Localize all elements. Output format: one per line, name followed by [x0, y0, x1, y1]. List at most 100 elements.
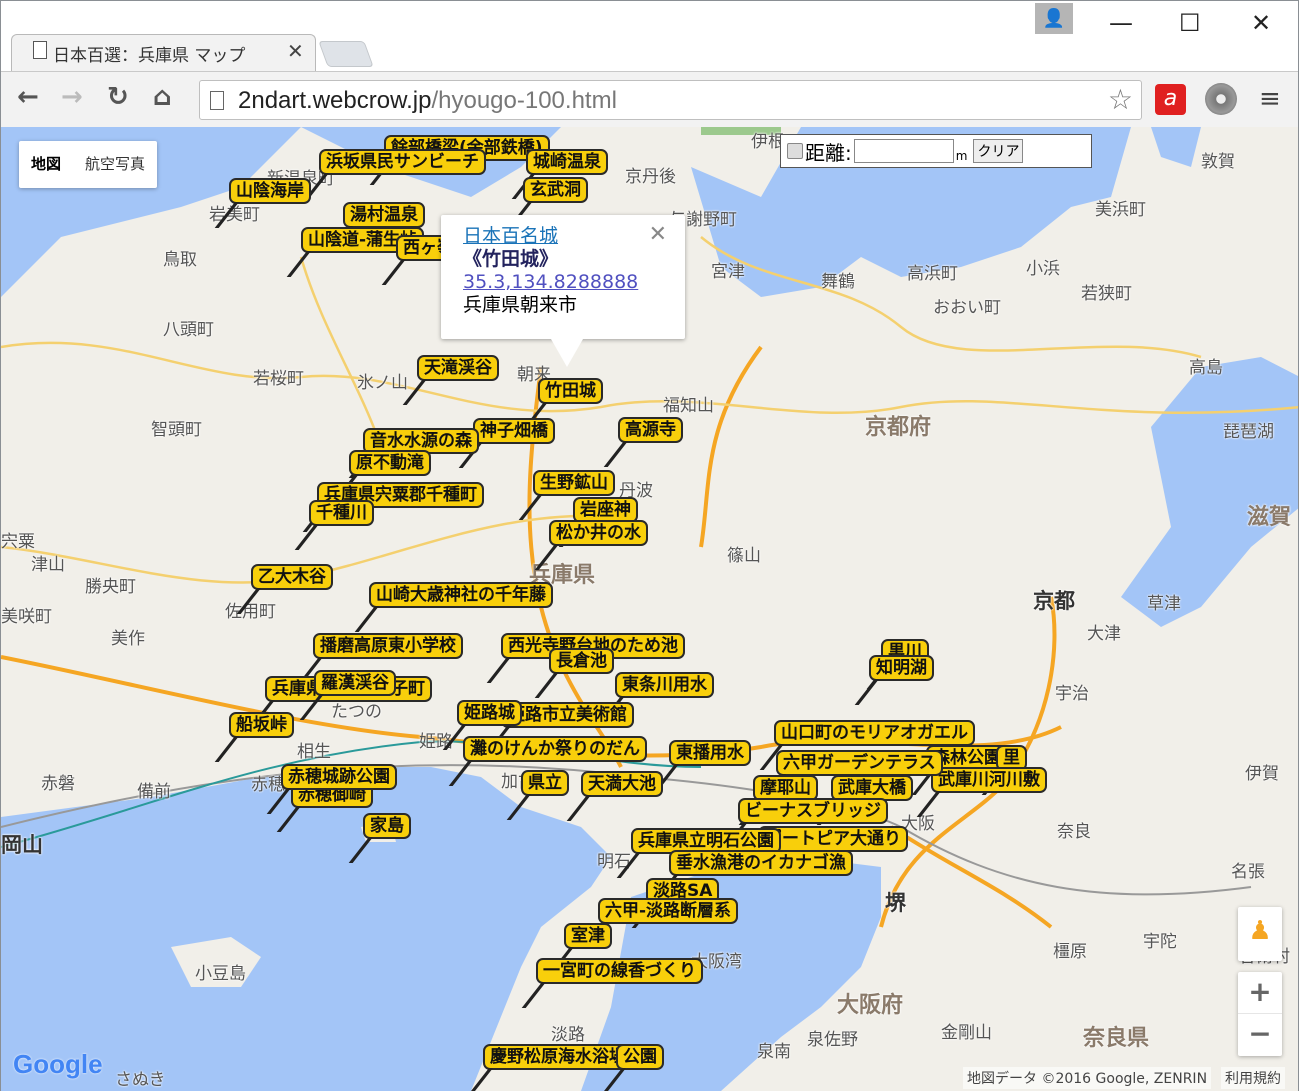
- map-marker[interactable]: 武庫川河川敷: [931, 767, 1047, 793]
- map-marker[interactable]: 竹田城: [538, 378, 603, 404]
- url-text[interactable]: 2ndart.webcrow.jp/hyougo-100.html: [238, 87, 617, 115]
- film-reel-extension-icon[interactable]: [1205, 83, 1237, 115]
- place-label: 若狭町: [1081, 284, 1132, 304]
- reload-icon[interactable]: ↻: [107, 82, 129, 112]
- map-marker[interactable]: 赤穂城跡公園: [281, 764, 397, 790]
- map-marker[interactable]: 天満大池: [581, 771, 663, 797]
- map-canvas[interactable]: 鳥取岩美町新温泉町八頭町若桜町智頭町氷ノ山朝来福知山京丹後与謝野町宮津舞鶴高浜町…: [0, 127, 1299, 1091]
- place-label: 津山: [31, 555, 65, 575]
- map-marker[interactable]: 原不動滝: [349, 450, 431, 476]
- place-label: 勝央町: [85, 577, 136, 597]
- map-marker[interactable]: 千種川: [309, 500, 374, 526]
- map-marker[interactable]: ビーナスブリッジ: [738, 798, 888, 824]
- map-marker[interactable]: 玄武洞: [523, 177, 588, 203]
- google-logo[interactable]: Google: [13, 1049, 103, 1080]
- distance-checkbox[interactable]: [787, 143, 803, 159]
- page-icon: [210, 91, 224, 110]
- place-label: 宇治: [1055, 684, 1089, 704]
- map-type-map-button[interactable]: 地図: [19, 141, 73, 188]
- place-label: 奈良県: [1083, 1026, 1150, 1051]
- map-marker[interactable]: 六甲-淡路断層系: [598, 898, 739, 924]
- place-label: 奈良: [1057, 822, 1091, 842]
- address-bar[interactable]: 2ndart.webcrow.jp/hyougo-100.html ☆: [199, 80, 1142, 120]
- zoom-in-button[interactable]: +: [1238, 972, 1282, 1014]
- map-marker[interactable]: 山口町のモリアオガエル: [774, 720, 975, 746]
- map-marker[interactable]: 湯村温泉: [343, 202, 425, 228]
- place-label: 淡路: [551, 1025, 585, 1045]
- distance-input[interactable]: [853, 139, 954, 163]
- back-icon[interactable]: ←: [17, 82, 39, 112]
- map-marker[interactable]: 神子畑橋: [473, 418, 555, 444]
- map-marker[interactable]: 船坂峠: [229, 712, 294, 738]
- map-marker[interactable]: 乙大木谷: [251, 564, 333, 590]
- browser-chrome: 日本百選：兵庫県 マップ ✕ 👤 — ☐ ✕ ← → ↻ ⌂ 2ndart.we…: [0, 0, 1299, 128]
- map-marker[interactable]: 灘のけんか祭りのだん: [463, 736, 647, 762]
- map-marker[interactable]: 東条川用水: [615, 672, 714, 698]
- map-type-satellite-button[interactable]: 航空写真: [73, 141, 157, 188]
- map-marker[interactable]: 六甲ガーデンテラス: [776, 750, 943, 776]
- map-marker[interactable]: 生野鉱山: [533, 470, 615, 496]
- map-marker[interactable]: 城崎温泉: [526, 149, 608, 175]
- address: 兵庫県朝来市: [463, 294, 578, 316]
- place-label: 氷ノ山: [357, 373, 408, 393]
- map-marker[interactable]: 姫路城: [457, 700, 522, 726]
- zoom-out-button[interactable]: −: [1238, 1014, 1282, 1056]
- place-label: 赤穂: [251, 775, 285, 795]
- maximize-icon[interactable]: ☐: [1179, 9, 1201, 37]
- map-marker[interactable]: 知明湖: [869, 655, 934, 681]
- map-marker[interactable]: 県立: [521, 770, 569, 796]
- coordinates-link[interactable]: 35.3,134.8288888: [463, 271, 663, 294]
- place-label: 備前: [137, 782, 171, 802]
- place-label: 舞鶴: [821, 272, 855, 292]
- clear-button[interactable]: クリア: [973, 139, 1024, 163]
- map-marker[interactable]: 一宮町の線香づくり: [536, 958, 703, 984]
- map-marker[interactable]: 高源寺: [618, 417, 683, 443]
- map-marker[interactable]: 公園: [616, 1044, 664, 1070]
- place-label: 智頭町: [151, 420, 202, 440]
- map-marker[interactable]: 家島: [363, 813, 411, 839]
- place-label: 相生: [297, 742, 331, 762]
- forward-icon[interactable]: →: [61, 82, 83, 112]
- minimize-icon[interactable]: —: [1109, 9, 1133, 37]
- close-icon[interactable]: ✕: [649, 223, 667, 246]
- map-marker[interactable]: 天滝渓谷: [417, 355, 499, 381]
- close-window-icon[interactable]: ✕: [1251, 9, 1271, 37]
- place-label: 美作: [111, 629, 145, 649]
- marker-name: 《竹田城》: [463, 248, 559, 270]
- new-tab-button[interactable]: [318, 41, 374, 67]
- avira-extension-icon[interactable]: a: [1155, 84, 1186, 115]
- place-label: 美浜町: [1095, 200, 1146, 220]
- map-marker[interactable]: 浜坂県民サンビーチ: [319, 149, 486, 175]
- map-marker[interactable]: 羅漢渓谷: [314, 670, 396, 696]
- pegman-icon[interactable]: ♟: [1238, 907, 1282, 961]
- map-marker[interactable]: 東播用水: [669, 740, 751, 766]
- tab-close-icon[interactable]: ✕: [287, 39, 304, 63]
- map-marker[interactable]: 山崎大歳神社の千年藤: [369, 582, 553, 608]
- place-label: 福知山: [663, 396, 714, 416]
- place-label: 赤磐: [41, 774, 75, 794]
- tab-title: 日本百選：兵庫県 マップ: [53, 46, 246, 66]
- place-label: 篠山: [727, 546, 761, 566]
- place-label: 草津: [1147, 594, 1181, 614]
- map-marker[interactable]: 松か井の水: [549, 520, 648, 546]
- bookmark-star-icon[interactable]: ☆: [1108, 83, 1133, 116]
- menu-icon[interactable]: ≡: [1259, 84, 1281, 114]
- distance-label: 距離:: [805, 140, 852, 165]
- place-label: 敦賀: [1201, 152, 1235, 172]
- map-marker[interactable]: 垂水漁港のイカナゴ漁: [669, 850, 853, 876]
- profile-icon[interactable]: 👤: [1035, 3, 1073, 34]
- place-label: 大津: [1087, 624, 1121, 644]
- map-marker[interactable]: 慶野松原海水浴場: [483, 1044, 633, 1070]
- map-marker[interactable]: 長倉池: [549, 648, 614, 674]
- home-icon[interactable]: ⌂: [153, 82, 172, 112]
- terms-link[interactable]: 利用規約: [1221, 1067, 1285, 1089]
- place-label: 琵琶湖: [1223, 422, 1274, 442]
- map-marker[interactable]: 山陰海岸: [229, 178, 311, 204]
- map-marker[interactable]: 播磨高原東小学校: [313, 633, 463, 659]
- place-label: 若桜町: [253, 369, 304, 389]
- title-bar: 日本百選：兵庫県 マップ ✕ 👤 — ☐ ✕: [1, 1, 1298, 72]
- page-icon: [33, 41, 47, 59]
- place-label: 京都府: [865, 415, 932, 440]
- map-marker[interactable]: 室津: [564, 923, 612, 949]
- category-link[interactable]: 日本百名城: [463, 225, 663, 248]
